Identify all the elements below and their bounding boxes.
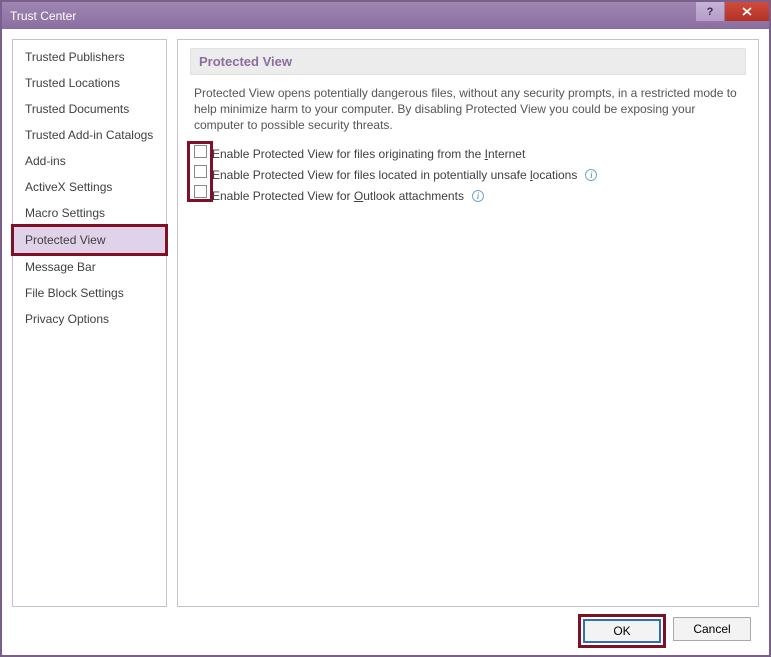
checkbox-outlook-attachments[interactable] xyxy=(194,185,207,198)
sidebar-item-activex-settings[interactable]: ActiveX Settings xyxy=(13,174,166,200)
window-title: Trust Center xyxy=(10,9,76,23)
sidebar-item-file-block-settings[interactable]: File Block Settings xyxy=(13,280,166,306)
option-label-outlook: Enable Protected View for Outlook attach… xyxy=(212,189,464,203)
option-label-unsafe-locations: Enable Protected View for files located … xyxy=(212,168,577,182)
sidebar-item-trusted-documents[interactable]: Trusted Documents xyxy=(13,96,166,122)
dialog-footer: OK Cancel xyxy=(12,617,759,645)
checkbox-unsafe-locations[interactable] xyxy=(194,165,207,178)
sidebar-item-trusted-locations[interactable]: Trusted Locations xyxy=(13,70,166,96)
cancel-button[interactable]: Cancel xyxy=(673,617,751,641)
checkbox-highlight xyxy=(190,144,210,199)
close-button[interactable] xyxy=(725,2,769,21)
sidebar-item-macro-settings[interactable]: Macro Settings xyxy=(13,200,166,226)
dialog-content: Trusted Publishers Trusted Locations Tru… xyxy=(2,29,769,655)
sidebar-item-privacy-options[interactable]: Privacy Options xyxy=(13,306,166,332)
close-icon xyxy=(742,7,752,16)
info-icon[interactable]: i xyxy=(585,169,597,181)
window-controls: ? xyxy=(695,2,769,21)
titlebar: Trust Center ? xyxy=(2,2,769,29)
ok-button[interactable]: OK xyxy=(583,619,661,643)
sidebar-item-trusted-publishers[interactable]: Trusted Publishers xyxy=(13,44,166,70)
section-description: Protected View opens potentially dangero… xyxy=(194,85,742,134)
sidebar-item-protected-view[interactable]: Protected View xyxy=(13,226,166,254)
ok-highlight: OK xyxy=(581,617,663,645)
help-button[interactable]: ? xyxy=(696,2,724,21)
sidebar-item-message-bar[interactable]: Message Bar xyxy=(13,254,166,280)
category-sidebar: Trusted Publishers Trusted Locations Tru… xyxy=(12,39,167,607)
sidebar-item-trusted-addin-catalogs[interactable]: Trusted Add-in Catalogs xyxy=(13,122,166,148)
section-heading: Protected View xyxy=(190,48,746,75)
info-icon[interactable]: i xyxy=(472,190,484,202)
checkbox-internet[interactable] xyxy=(194,145,207,158)
trust-center-dialog: Trust Center ? Trusted Publishers Truste… xyxy=(0,0,771,657)
settings-panel: Protected View Protected View opens pote… xyxy=(177,39,759,607)
sidebar-item-add-ins[interactable]: Add-ins xyxy=(13,148,166,174)
option-label-internet: Enable Protected View for files originat… xyxy=(212,147,525,161)
